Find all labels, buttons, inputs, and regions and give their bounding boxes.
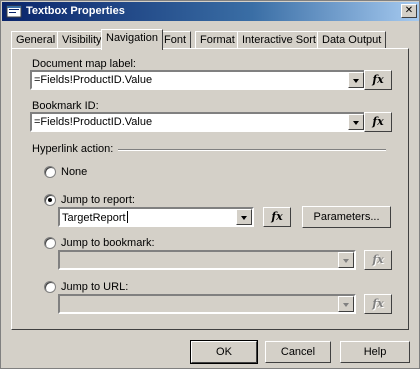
tab-format[interactable]: Format <box>195 31 240 48</box>
tab-general[interactable]: General <box>11 31 61 48</box>
document-map-expression-button[interactable]: fx <box>364 70 392 90</box>
chevron-down-icon <box>353 121 359 125</box>
chevron-down-icon <box>343 303 349 307</box>
jump-to-url-expression-button[interactable]: fx <box>364 294 392 314</box>
jump-to-bookmark-dropdown-button[interactable] <box>338 252 354 268</box>
tab-visibility[interactable]: Visibility <box>57 31 107 48</box>
help-button[interactable]: Help <box>340 341 410 363</box>
jump-to-url-dropdown-button[interactable] <box>338 296 354 312</box>
bookmark-id-combo[interactable]: =Fields!ProductID.Value <box>30 112 366 132</box>
radio-jump-to-bookmark-label: Jump to bookmark: <box>61 237 155 249</box>
radio-none[interactable] <box>44 166 56 178</box>
bookmark-id-dropdown-button[interactable] <box>348 114 364 130</box>
navigation-panel: Document map label: =Fields!ProductID.Va… <box>11 48 409 330</box>
text-caret <box>126 211 128 223</box>
document-map-dropdown-button[interactable] <box>348 72 364 88</box>
function-icon: fx <box>372 73 384 86</box>
bookmark-id-label: Bookmark ID: <box>32 100 99 112</box>
close-button[interactable]: ✕ <box>401 4 417 18</box>
radio-jump-to-url[interactable] <box>44 281 56 293</box>
jump-to-report-dropdown-button[interactable] <box>236 209 252 225</box>
jump-to-bookmark-combo[interactable] <box>58 250 356 270</box>
radio-jump-to-report-label: Jump to report: <box>61 194 135 206</box>
tab-data-output[interactable]: Data Output <box>317 31 387 48</box>
tab-strip: General Visibility Navigation Font Forma… <box>11 29 411 50</box>
bookmark-id-expression-button[interactable]: fx <box>364 112 392 132</box>
window-title: Textbox Properties <box>26 5 125 17</box>
close-icon: ✕ <box>404 5 414 16</box>
textbox-properties-dialog: Textbox Properties ✕ General Visibility … <box>0 0 420 369</box>
jump-to-report-expression-button[interactable]: fx <box>263 207 291 227</box>
ok-button[interactable]: OK <box>190 340 258 364</box>
tab-font[interactable]: Font <box>159 31 192 48</box>
tab-navigation[interactable]: Navigation <box>101 29 163 50</box>
chevron-down-icon <box>353 79 359 83</box>
parameters-button[interactable]: Parameters... <box>302 206 391 228</box>
radio-jump-to-url-label: Jump to URL: <box>61 281 129 293</box>
chevron-down-icon <box>241 216 247 220</box>
document-map-value: =Fields!ProductID.Value <box>34 74 153 86</box>
hyperlink-action-label: Hyperlink action: <box>32 143 114 155</box>
function-icon: fx <box>372 115 384 128</box>
radio-jump-to-bookmark[interactable] <box>44 237 56 249</box>
cancel-button[interactable]: Cancel <box>265 341 331 363</box>
document-map-label: Document map label: <box>32 58 136 70</box>
tab-interactive-sort[interactable]: Interactive Sort <box>237 31 321 48</box>
chevron-down-icon <box>343 259 349 263</box>
window-icon <box>6 4 22 18</box>
radio-jump-to-report[interactable] <box>44 194 56 206</box>
title-bar[interactable]: Textbox Properties ✕ <box>2 2 419 21</box>
function-icon: fx <box>372 297 384 310</box>
function-icon: fx <box>372 253 384 266</box>
function-icon: fx <box>271 210 283 223</box>
jump-to-report-combo[interactable]: TargetReport <box>58 207 254 227</box>
hyperlink-group-divider <box>118 149 386 151</box>
document-map-combo[interactable]: =Fields!ProductID.Value <box>30 70 366 90</box>
radio-selected-dot <box>48 198 52 202</box>
jump-to-report-value: TargetReport <box>62 211 128 224</box>
jump-to-bookmark-expression-button[interactable]: fx <box>364 250 392 270</box>
bookmark-id-value: =Fields!ProductID.Value <box>34 116 153 128</box>
jump-to-url-combo[interactable] <box>58 294 356 314</box>
radio-none-label: None <box>61 166 88 178</box>
